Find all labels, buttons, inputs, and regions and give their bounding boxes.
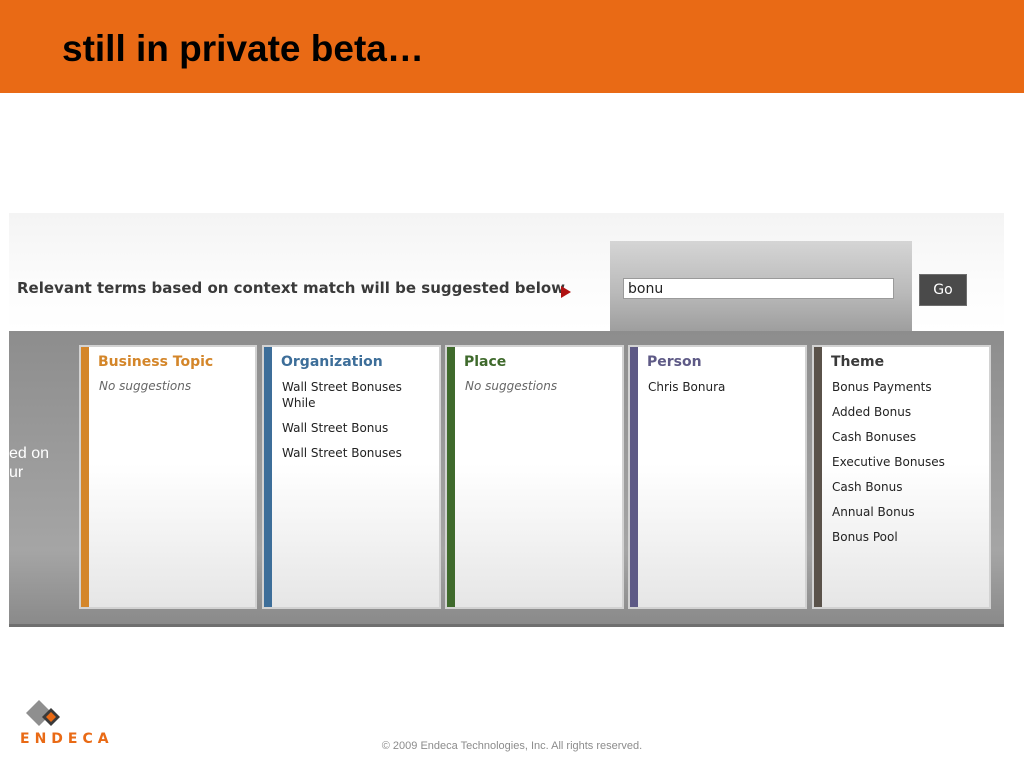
play-arrow-icon bbox=[561, 286, 571, 298]
panel-theme: Theme Bonus Payments Added Bonus Cash Bo… bbox=[812, 345, 991, 609]
panel-organization: Organization Wall Street Bonuses While W… bbox=[262, 345, 441, 609]
left-overlay-text: ed on ur bbox=[9, 444, 49, 482]
suggestion-area: ed on ur Business Topic No suggestions O… bbox=[9, 331, 1004, 627]
suggestion-hint-text: Relevant terms based on context match wi… bbox=[17, 279, 565, 297]
left-overlay-line: ur bbox=[9, 464, 24, 481]
slide-title: still in private beta… bbox=[62, 28, 424, 69]
panel-business-topic: Business Topic No suggestions bbox=[79, 345, 257, 609]
endeca-logo-icon bbox=[26, 700, 60, 726]
category-color-bar bbox=[447, 347, 455, 607]
suggestion-item[interactable]: Executive Bonuses bbox=[832, 454, 983, 470]
suggestion-item[interactable]: Bonus Payments bbox=[832, 379, 983, 395]
panel-title: Organization bbox=[281, 354, 383, 370]
search-screenshot: Relevant terms based on context match wi… bbox=[9, 213, 1004, 627]
panel-title: Business Topic bbox=[98, 354, 214, 370]
panel-title: Theme bbox=[831, 354, 885, 370]
suggestion-item[interactable]: Wall Street Bonus bbox=[282, 420, 433, 436]
suggestion-item[interactable]: Chris Bonura bbox=[648, 379, 799, 395]
panel-person: Person Chris Bonura bbox=[628, 345, 807, 609]
suggestion-item[interactable]: Cash Bonuses bbox=[832, 429, 983, 445]
category-color-bar bbox=[81, 347, 89, 607]
no-suggestions-text: No suggestions bbox=[99, 379, 192, 393]
left-overlay-line: ed on bbox=[9, 445, 50, 462]
suggestion-item[interactable]: Wall Street Bonuses While bbox=[282, 379, 433, 411]
panel-title: Place bbox=[464, 354, 507, 370]
copyright-footer: © 2009 Endeca Technologies, Inc. All rig… bbox=[381, 740, 643, 752]
suggestion-item[interactable]: Annual Bonus bbox=[832, 504, 983, 520]
category-color-bar bbox=[630, 347, 638, 607]
go-button[interactable]: Go bbox=[919, 274, 967, 306]
suggestion-list: Wall Street Bonuses While Wall Street Bo… bbox=[282, 379, 433, 470]
category-color-bar bbox=[264, 347, 272, 607]
suggestion-item[interactable]: Bonus Pool bbox=[832, 529, 983, 545]
panel-title: Person bbox=[647, 354, 702, 370]
search-input[interactable] bbox=[623, 278, 894, 299]
suggestion-list: Bonus Payments Added Bonus Cash Bonuses … bbox=[832, 379, 983, 554]
search-bar-area: Relevant terms based on context match wi… bbox=[9, 213, 1004, 337]
panel-place: Place No suggestions bbox=[445, 345, 624, 609]
category-color-bar bbox=[814, 347, 822, 607]
suggestion-item[interactable]: Cash Bonus bbox=[832, 479, 983, 495]
suggestion-list: Chris Bonura bbox=[648, 379, 799, 404]
suggestion-item[interactable]: Added Bonus bbox=[832, 404, 983, 420]
no-suggestions-text: No suggestions bbox=[465, 379, 558, 393]
suggestion-item[interactable]: Wall Street Bonuses bbox=[282, 445, 433, 461]
slide-header: still in private beta… bbox=[0, 0, 1024, 93]
